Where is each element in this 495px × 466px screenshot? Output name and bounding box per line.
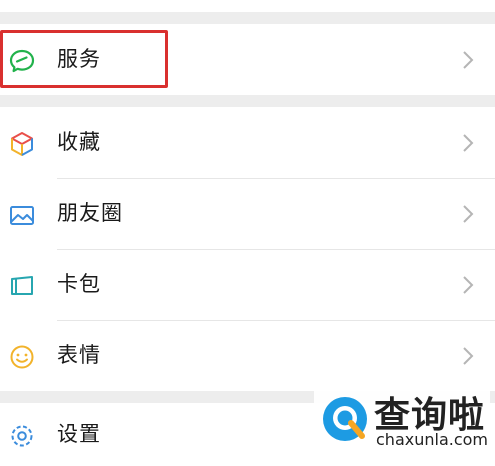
service-icon [6, 45, 38, 77]
menu-item-label: 设置 [57, 422, 101, 446]
chevron-right-icon [463, 347, 474, 365]
features-group: 收藏 朋友圈 卡包 表情 [0, 107, 495, 391]
menu-item-favorites[interactable]: 收藏 [0, 107, 495, 178]
watermark: 查询啦 chaxunla.com [314, 380, 490, 460]
favorites-icon [6, 128, 38, 160]
services-group: 服务 [0, 24, 495, 95]
menu-item-label: 卡包 [57, 272, 101, 296]
menu-item-label: 收藏 [57, 130, 101, 154]
menu-item-service[interactable]: 服务 [0, 24, 495, 95]
chevron-right-icon [463, 205, 474, 223]
card-wallet-icon [6, 270, 38, 302]
menu-item-moments[interactable]: 朋友圈 [0, 178, 495, 249]
menu-item-card-wallet[interactable]: 卡包 [0, 249, 495, 320]
menu-item-label: 服务 [57, 47, 101, 71]
settings-icon [6, 420, 38, 452]
menu-item-label: 朋友圈 [57, 201, 123, 225]
chevron-right-icon [463, 276, 474, 294]
chevron-right-icon [463, 51, 474, 69]
chevron-right-icon [463, 134, 474, 152]
menu-item-label: 表情 [57, 343, 101, 367]
moments-icon [6, 199, 38, 231]
watermark-logo [323, 397, 367, 441]
top-section-remnant [0, 0, 495, 12]
watermark-domain: chaxunla.com [376, 430, 488, 449]
sticker-icon [6, 341, 38, 373]
